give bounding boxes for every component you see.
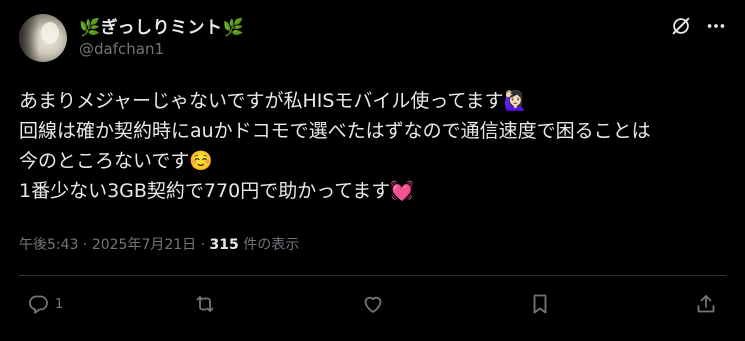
post-detail: 🌿ぎっしりミント🌿 @dafchan1 あまりメジャーじゃないですが私HISモバ… bbox=[0, 0, 745, 341]
post-text-line: 今のところないです☺️ bbox=[19, 150, 214, 172]
grok-icon[interactable] bbox=[670, 15, 692, 37]
bookmark-icon bbox=[533, 294, 547, 314]
bookmark-button[interactable] bbox=[528, 291, 552, 317]
reply-count: 1 bbox=[55, 296, 64, 312]
share-icon bbox=[697, 295, 715, 313]
share-button[interactable] bbox=[694, 291, 718, 317]
views-count[interactable]: 315 bbox=[210, 237, 239, 253]
meta-separator: · bbox=[82, 237, 88, 253]
author-display-name[interactable]: 🌿ぎっしりミント🌿 bbox=[79, 13, 244, 38]
post-meta: 午後5:43 · 2025年7月21日 · 315 件の表示 bbox=[19, 234, 299, 254]
divider bbox=[19, 275, 726, 276]
reply-icon bbox=[29, 295, 48, 314]
post-date[interactable]: 2025年7月21日 bbox=[92, 237, 196, 253]
post-text-line: あまりメジャーじゃないですが私HISモバイル使ってます🙋🏻‍♀️ bbox=[19, 90, 528, 112]
repost-button[interactable] bbox=[193, 291, 222, 317]
post-text: あまりメジャーじゃないですが私HISモバイル使ってます🙋🏻‍♀️ 回線は確か契約… bbox=[19, 86, 734, 206]
post-text-line: 回線は確か契約時にauかドコモで選べたはずなので通信速度で困ることは bbox=[19, 120, 651, 142]
reply-button[interactable]: 1 bbox=[26, 291, 63, 317]
meta-separator: · bbox=[200, 237, 206, 253]
author-handle[interactable]: @dafchan1 bbox=[79, 40, 164, 58]
like-button[interactable] bbox=[361, 291, 390, 317]
repost-icon bbox=[196, 296, 214, 312]
post-text-line: 1番少ない3GB契約で770円で助かってます💓 bbox=[19, 180, 414, 202]
post-time[interactable]: 午後5:43 bbox=[19, 237, 78, 253]
avatar[interactable] bbox=[19, 14, 67, 62]
views-label: 件の表示 bbox=[243, 237, 300, 253]
heart-icon bbox=[364, 296, 382, 313]
more-icon[interactable] bbox=[705, 15, 727, 37]
